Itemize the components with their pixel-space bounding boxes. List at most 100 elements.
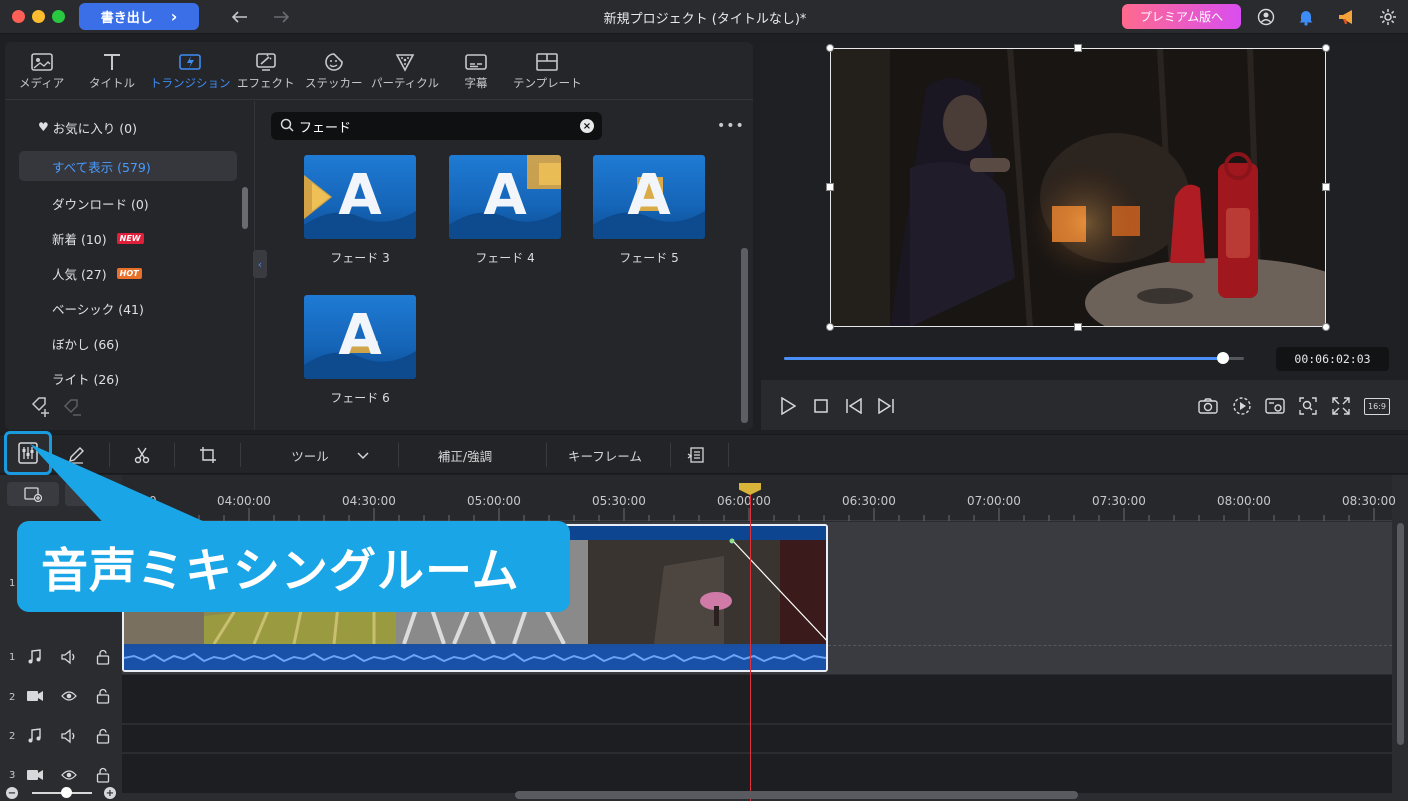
clear-search-icon[interactable]: × [580,119,594,133]
playback-scrubber-handle[interactable] [1217,352,1229,364]
transition-thumb-fade-4[interactable]: A [449,155,561,239]
unlock-icon[interactable] [96,649,110,668]
category-sidebar: ♥ お気に入り (0) すべて表示 (579) ダウンロード (0) 新着 (1… [5,101,255,430]
minimize-window-button[interactable] [32,10,45,23]
redo-icon[interactable] [271,7,291,27]
sidebar-item-label: ベーシック (41) [52,301,144,317]
search-icon [280,118,294,136]
search-input[interactable]: フェード × [271,112,602,140]
tab-particle[interactable]: パーティクル [371,52,439,91]
chevron-down-icon [357,448,369,463]
eye-visibility-icon[interactable] [61,689,77,706]
premium-upgrade-button[interactable]: プレミアム版へ [1122,4,1241,29]
tab-subtitle[interactable]: 字幕 [464,52,488,91]
sidebar-scrollbar[interactable] [242,187,248,229]
resize-handle[interactable] [1322,323,1330,331]
collapse-sidebar-chevron-icon[interactable]: ‹ [253,250,267,278]
export-button[interactable]: 書き出し › [79,3,199,30]
timeline-ruler[interactable]: 00:00 04:00:00 04:30:00 05:00:00 05:30:0… [122,475,1396,521]
zoom-slider-handle[interactable] [61,787,72,798]
tools-dropdown[interactable]: ツール [280,441,380,469]
display-settings-icon[interactable] [1264,395,1286,417]
ruler-label: 06:30:00 [842,494,896,508]
aspect-ratio-button[interactable]: 16:9 [1363,395,1391,417]
sidebar-item-favorites[interactable]: ♥ お気に入り (0) [19,112,237,142]
resize-handle[interactable] [826,44,834,52]
sidebar-item-label: すべて表示 (579) [52,159,151,175]
transition-thumb-fade-3[interactable]: A [304,155,416,239]
zoom-window-button[interactable] [52,10,65,23]
video-preview-frame[interactable] [830,48,1326,327]
eye-visibility-icon[interactable] [61,768,77,785]
tab-media[interactable]: メディア [19,52,64,91]
resize-handle[interactable] [1322,44,1330,52]
speaker-icon[interactable] [60,649,78,668]
video-camera-icon [26,768,44,785]
sticker-icon [324,53,343,71]
correction-button[interactable]: 補正/強調 [420,441,510,469]
track-number: 2 [9,692,16,703]
fullscreen-icon[interactable] [1330,395,1352,417]
tab-label: 字幕 [464,76,488,90]
megaphone-icon[interactable] [1337,7,1357,27]
music-note-icon [26,649,42,668]
remove-favorite-icon[interactable] [61,394,85,421]
transition-thumb-fade-6[interactable]: A [304,295,416,379]
unlock-icon[interactable] [96,728,110,747]
previous-frame-icon[interactable] [843,395,865,417]
sidebar-item-download[interactable]: ダウンロード (0) [19,188,237,218]
unlock-icon[interactable] [96,688,110,707]
thumb-letter-a: A [338,163,382,228]
callout-banner: 音声ミキシングルーム [17,521,570,612]
tab-template[interactable]: テンプレート [513,52,582,91]
marker-list-icon[interactable] [684,441,708,469]
tab-sticker[interactable]: ステッカー [305,52,363,91]
stop-icon[interactable] [810,395,832,417]
sidebar-item-popular[interactable]: 人気 (27) HOT [19,258,237,288]
tab-title[interactable]: タイトル [89,52,135,91]
video-track-2-row[interactable] [122,675,1392,723]
audio-waveform [124,647,826,669]
sidebar-item-new[interactable]: 新着 (10) NEW [19,223,237,253]
speaker-icon[interactable] [60,728,78,747]
keyframe-button[interactable]: キーフレーム [560,441,650,469]
video-scene-image [830,48,1326,327]
snapshot-camera-icon[interactable] [1197,395,1219,417]
add-favorite-icon[interactable] [29,394,53,421]
sidebar-item-all[interactable]: すべて表示 (579) [19,151,237,181]
resize-handle[interactable] [1074,323,1082,331]
sidebar-item-basic[interactable]: ベーシック (41) [19,293,237,323]
sidebar-item-label: 人気 (27) [52,266,107,282]
resize-handle[interactable] [1322,183,1330,191]
resize-handle[interactable] [1074,44,1082,52]
resize-handle[interactable] [826,323,834,331]
more-options-icon[interactable]: ••• [717,118,745,134]
close-window-button[interactable] [12,10,25,23]
undo-icon[interactable] [230,7,250,27]
next-frame-icon[interactable] [875,395,897,417]
zoom-fit-icon[interactable] [1297,395,1319,417]
tab-transition[interactable]: トランジション [150,52,231,91]
grid-scrollbar[interactable] [741,248,748,423]
tab-effect[interactable]: エフェクト [237,52,295,91]
timeline-horizontal-scrollbar[interactable] [515,791,1078,799]
playback-speed-icon[interactable] [1231,395,1253,417]
sidebar-item-blur[interactable]: ぼかし (66) [19,328,237,358]
unlock-icon[interactable] [96,767,110,786]
transition-label: フェード 6 [330,391,390,405]
timeline-vertical-scrollbar[interactable] [1397,523,1404,745]
ruler-label: 05:30:00 [592,494,646,508]
zoom-in-icon[interactable]: + [104,787,116,799]
sidebar-item-light[interactable]: ライト (26) [19,363,237,393]
video-track-3-row[interactable] [122,753,1392,793]
playhead-line[interactable] [750,485,751,801]
account-icon[interactable] [1256,7,1276,27]
zoom-out-icon[interactable]: − [6,787,18,799]
settings-gear-icon[interactable] [1378,7,1398,27]
transition-thumb-fade-5[interactable]: A [593,155,705,239]
resize-handle[interactable] [826,183,834,191]
notification-bell-icon[interactable] [1296,7,1316,27]
audio-track-2-row[interactable] [122,724,1392,752]
thumb-letter-a: A [338,303,382,368]
play-icon[interactable] [777,395,799,417]
